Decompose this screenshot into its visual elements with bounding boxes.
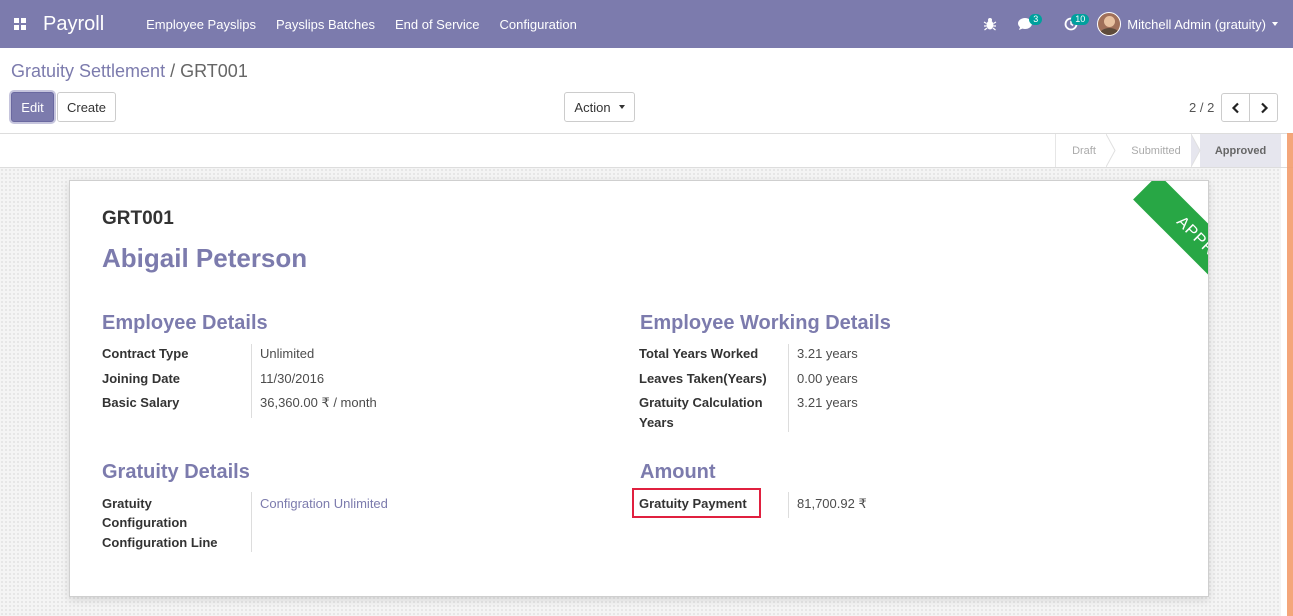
pager-value[interactable]: 2 / 2 <box>1189 100 1214 115</box>
menu-end-of-service[interactable]: End of Service <box>385 0 490 48</box>
breadcrumb-parent[interactable]: Gratuity Settlement <box>11 61 165 81</box>
section-employee-details: Employee Details <box>102 312 268 334</box>
debug-bug-icon[interactable] <box>975 0 1005 48</box>
stage-submitted[interactable]: Submitted <box>1114 134 1198 167</box>
breadcrumb-separator: / <box>170 61 176 81</box>
gratuity-config-label: Gratuity <box>102 496 152 511</box>
calc-years-label: Gratuity Calculation <box>639 395 763 410</box>
action-caret-icon <box>618 105 625 109</box>
contract-type-label: Contract Type <box>102 346 189 361</box>
chevron-right-icon <box>1260 102 1268 113</box>
leaves-taken-label: Leaves Taken(Years) <box>639 371 767 386</box>
edit-button[interactable]: Edit <box>11 92 54 122</box>
calc-years-value: 3.21 years <box>797 395 858 410</box>
user-avatar[interactable] <box>1097 12 1122 36</box>
chevron-left-icon <box>1231 102 1239 113</box>
menu-payslips-batches[interactable]: Payslips Batches <box>266 0 385 48</box>
apps-menu-icon[interactable] <box>0 0 40 48</box>
config-line-label: Configuration Line <box>102 535 218 550</box>
leaves-taken-value: 0.00 years <box>797 371 858 386</box>
app-name[interactable]: Payroll <box>43 13 104 36</box>
section-working-details: Employee Working Details <box>640 312 891 334</box>
record-reference: GRT001 <box>102 208 174 229</box>
joining-date-label: Joining Date <box>102 371 181 386</box>
section-gratuity-details: Gratuity Details <box>102 461 250 483</box>
menu-employee-payslips[interactable]: Employee Payslips <box>136 0 266 48</box>
approved-ribbon: APPROVED <box>1133 181 1208 334</box>
activities-clock-icon[interactable]: 10 <box>1045 0 1097 48</box>
basic-salary-label: Basic Salary <box>102 395 180 410</box>
gratuity-config-link[interactable]: Configration Unlimited <box>260 494 388 514</box>
user-menu-caret-icon[interactable] <box>1272 22 1278 26</box>
menu-configuration[interactable]: Configuration <box>490 0 587 48</box>
stage-draft[interactable]: Draft <box>1056 134 1112 167</box>
breadcrumb-current: GRT001 <box>180 61 248 81</box>
basic-salary-value: 36,360.00 ₹ / month <box>260 395 377 410</box>
gratuity-payment-value: 81,700.92 ₹ <box>797 496 867 511</box>
total-years-label: Total Years Worked <box>639 346 759 361</box>
activities-count-badge: 10 <box>1071 14 1090 25</box>
create-button-label: Create <box>66 99 107 115</box>
gratuity-payment-highlight <box>632 488 761 518</box>
messages-icon[interactable]: 3 <box>1005 0 1045 48</box>
action-label: Action <box>574 99 611 115</box>
stage-arrow-icon <box>1191 134 1201 167</box>
calc-years-label-cont: Years <box>639 415 674 430</box>
create-button[interactable]: Create <box>57 92 116 122</box>
messages-count-badge: 3 <box>1029 14 1043 25</box>
user-menu[interactable]: Mitchell Admin (gratuity) <box>1127 17 1266 32</box>
total-years-value: 3.21 years <box>797 346 858 361</box>
joining-date-value: 11/30/2016 <box>260 371 325 386</box>
pager-next-button[interactable] <box>1249 93 1278 122</box>
employee-name: Abigail Peterson <box>102 243 308 273</box>
action-dropdown-button[interactable]: Action <box>564 92 635 122</box>
pager-previous-button[interactable] <box>1221 93 1250 122</box>
top-navbar: Payroll Employee Payslips Payslips Batch… <box>0 0 1293 48</box>
scrollbar[interactable] <box>1287 133 1293 616</box>
section-amount: Amount <box>640 461 716 483</box>
gratuity-config-label-cont: Configuration <box>102 515 188 530</box>
breadcrumb: Gratuity Settlement / GRT001 <box>11 61 248 82</box>
status-bar: Draft Submitted Approved <box>0 133 1293 168</box>
contract-type-value: Unlimited <box>260 346 315 361</box>
stage-approved[interactable]: Approved <box>1200 134 1281 167</box>
